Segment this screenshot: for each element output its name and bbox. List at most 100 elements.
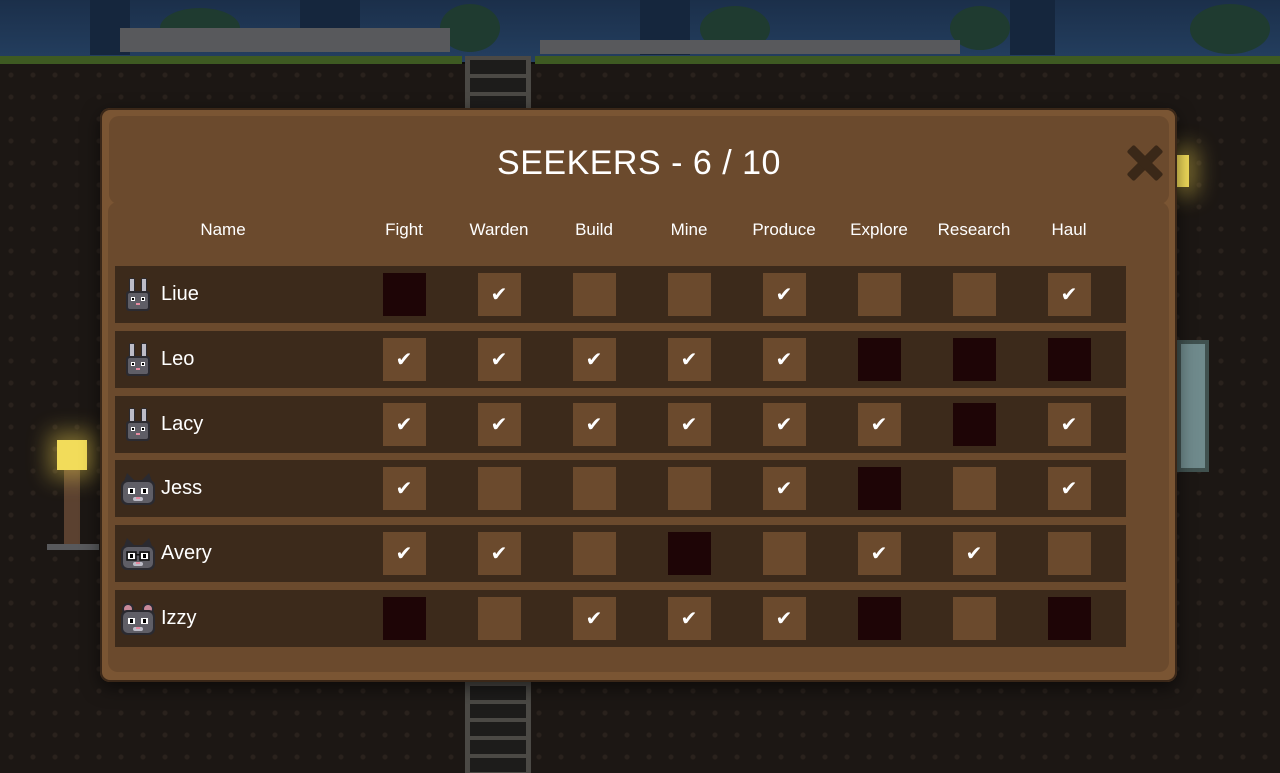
seeker-name: Izzy xyxy=(161,606,197,629)
stone-platform xyxy=(540,40,960,54)
job-toggle-haul-checked[interactable]: ✔ xyxy=(1047,402,1091,446)
checkmark-icon: ✔ xyxy=(395,348,413,371)
seeker-name: Lacy xyxy=(161,412,204,435)
column-header-explore: Explore xyxy=(850,220,908,239)
seeker-row-izzy: Izzy ✔ ✔ ✔ xyxy=(115,589,1126,647)
checkmark-icon: ✔ xyxy=(775,607,793,630)
job-toggle-explore-checked[interactable]: ✔ xyxy=(857,532,901,576)
job-toggle-fight-checked[interactable]: ✔ xyxy=(382,467,426,511)
checkmark-icon: ✔ xyxy=(490,348,508,371)
job-toggle-research-checked[interactable]: ✔ xyxy=(952,532,996,576)
job-toggle-warden-checked[interactable]: ✔ xyxy=(477,532,521,576)
checkmark-icon: ✔ xyxy=(965,543,983,566)
job-toggle-fight-checked[interactable]: ✔ xyxy=(382,402,426,446)
job-toggle-build-checked[interactable]: ✔ xyxy=(572,337,616,381)
seeker-name: Leo xyxy=(161,347,195,370)
job-toggle-explore-unchecked[interactable] xyxy=(857,273,901,316)
grass-ledge xyxy=(0,56,462,64)
job-toggle-produce-checked[interactable]: ✔ xyxy=(762,337,806,381)
table-header: Name Fight Warden Build Mine Produce Explore R… xyxy=(108,220,1169,244)
job-toggle-produce-checked[interactable]: ✔ xyxy=(762,596,806,640)
job-toggle-warden-checked[interactable]: ✔ xyxy=(477,337,521,381)
job-toggle-explore-disabled xyxy=(857,337,901,381)
checkmark-icon: ✔ xyxy=(870,413,888,436)
job-toggle-haul-disabled xyxy=(1047,596,1091,640)
checkmark-icon: ✔ xyxy=(395,478,413,501)
job-toggle-build-checked[interactable]: ✔ xyxy=(572,402,616,446)
job-toggle-warden-checked[interactable]: ✔ xyxy=(477,402,521,446)
job-toggle-mine-checked[interactable]: ✔ xyxy=(667,402,711,446)
table-body: Liue ✔ ✔ ✔ Leo ✔ ✔ ✔ ✔ ✔ Lacy ✔ ✔ ✔ ✔ ✔ ✔ ✔ xyxy=(115,266,1126,655)
lamp-post xyxy=(64,470,80,546)
job-toggle-fight-checked[interactable]: ✔ xyxy=(382,532,426,576)
job-toggle-research-unchecked[interactable] xyxy=(952,467,996,511)
checkmark-icon: ✔ xyxy=(585,348,603,371)
seeker-row-avery: Avery ✔ ✔ ✔ ✔ xyxy=(115,525,1126,583)
column-header-produce: Produce xyxy=(752,220,816,239)
checkmark-icon: ✔ xyxy=(1060,478,1078,501)
seeker-row-leo: Leo ✔ ✔ ✔ ✔ ✔ xyxy=(115,330,1126,388)
cat-avatar-icon xyxy=(119,535,157,573)
stone-platform xyxy=(47,544,99,550)
ladder xyxy=(465,56,531,108)
checkmark-icon: ✔ xyxy=(870,543,888,566)
job-toggle-produce-checked[interactable]: ✔ xyxy=(762,467,806,511)
lamp-light xyxy=(1177,155,1189,187)
job-toggle-haul-unchecked[interactable] xyxy=(1047,532,1091,576)
ladder xyxy=(465,682,531,773)
checkmark-icon: ✔ xyxy=(680,348,698,371)
checkmark-icon: ✔ xyxy=(680,413,698,436)
close-icon[interactable] xyxy=(1124,142,1166,184)
seeker-name: Liue xyxy=(161,283,199,305)
tree-trunk xyxy=(1010,0,1055,55)
seeker-row-liue: Liue ✔ ✔ ✔ xyxy=(115,266,1126,323)
job-toggle-produce-checked[interactable]: ✔ xyxy=(762,402,806,446)
column-header-name: Name xyxy=(200,220,246,239)
checkmark-icon: ✔ xyxy=(585,413,603,436)
mouse-avatar-icon xyxy=(119,600,157,638)
checkmark-icon: ✔ xyxy=(1060,413,1078,436)
job-toggle-explore-checked[interactable]: ✔ xyxy=(857,402,901,446)
job-toggle-mine-unchecked[interactable] xyxy=(667,273,711,316)
job-toggle-build-unchecked[interactable] xyxy=(572,532,616,576)
door xyxy=(1177,340,1209,472)
checkmark-icon: ✔ xyxy=(490,284,508,306)
job-toggle-mine-disabled xyxy=(667,532,711,576)
checkmark-icon: ✔ xyxy=(395,543,413,566)
job-toggle-warden-unchecked[interactable] xyxy=(477,596,521,640)
column-header-mine: Mine xyxy=(670,220,708,239)
job-toggle-fight-disabled xyxy=(382,273,426,316)
job-toggle-fight-checked[interactable]: ✔ xyxy=(382,337,426,381)
job-toggle-research-unchecked[interactable] xyxy=(952,273,996,316)
job-toggle-explore-disabled xyxy=(857,467,901,511)
job-toggle-haul-checked[interactable]: ✔ xyxy=(1047,467,1091,511)
checkmark-icon: ✔ xyxy=(775,413,793,436)
job-toggle-build-checked[interactable]: ✔ xyxy=(572,596,616,640)
checkmark-icon: ✔ xyxy=(775,284,793,306)
column-header-fight: Fight xyxy=(385,220,423,239)
rabbit-avatar-icon xyxy=(119,276,157,314)
job-toggle-mine-checked[interactable]: ✔ xyxy=(667,337,711,381)
checkmark-icon: ✔ xyxy=(490,543,508,566)
job-toggle-research-disabled xyxy=(952,402,996,446)
job-toggle-warden-unchecked[interactable] xyxy=(477,467,521,511)
job-toggle-research-unchecked[interactable] xyxy=(952,596,996,640)
checkmark-icon: ✔ xyxy=(490,413,508,436)
job-toggle-mine-checked[interactable]: ✔ xyxy=(667,596,711,640)
checkmark-icon: ✔ xyxy=(680,607,698,630)
job-toggle-haul-checked[interactable]: ✔ xyxy=(1047,273,1091,316)
dialog-title-bar: SEEKERS - 6 / 10 xyxy=(109,116,1169,204)
job-toggle-produce-unchecked[interactable] xyxy=(762,532,806,576)
dialog-title: SEEKERS - 6 / 10 xyxy=(497,144,781,182)
job-toggle-build-unchecked[interactable] xyxy=(572,467,616,511)
seekers-jobs-table: Name Fight Warden Build Mine Produce Explore R… xyxy=(108,202,1169,672)
bush xyxy=(1190,4,1270,54)
job-toggle-explore-disabled xyxy=(857,596,901,640)
job-toggle-produce-checked[interactable]: ✔ xyxy=(762,273,806,316)
job-toggle-build-unchecked[interactable] xyxy=(572,273,616,316)
job-toggle-haul-disabled xyxy=(1047,337,1091,381)
job-toggle-warden-checked[interactable]: ✔ xyxy=(477,273,521,316)
job-toggle-mine-unchecked[interactable] xyxy=(667,467,711,511)
checkmark-icon: ✔ xyxy=(1060,284,1078,306)
rabbit-avatar-icon xyxy=(119,406,157,444)
